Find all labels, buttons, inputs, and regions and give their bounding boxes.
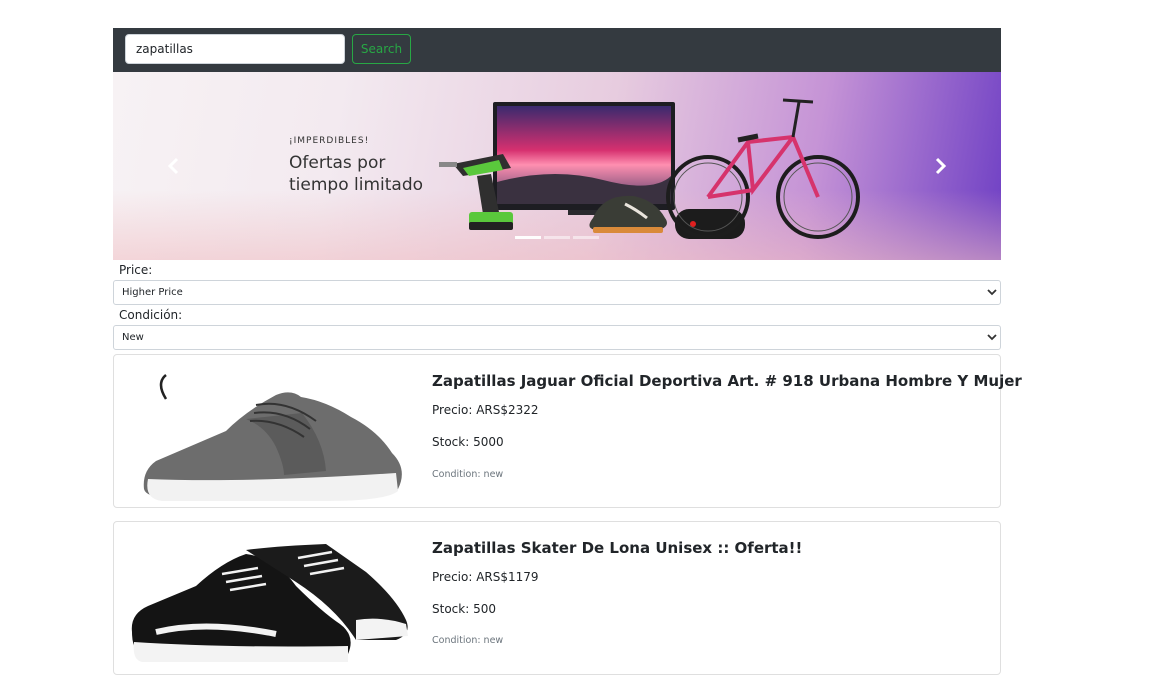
product-stock: Stock: 5000 — [432, 435, 504, 449]
product-price: Precio: ARS$1179 — [432, 570, 539, 584]
page-container: Search ¡IMPERDIBLES! Ofertas por tiempo … — [113, 28, 1001, 350]
condition-filter-wrap: New — [113, 325, 1001, 350]
navbar: Search — [113, 28, 1001, 72]
chevron-left-icon — [167, 157, 179, 175]
carousel-indicators — [515, 236, 599, 239]
product-image — [131, 544, 408, 662]
search-input[interactable] — [125, 34, 345, 64]
condition-filter-label: Condición: — [119, 308, 183, 322]
product-condition: Condition: new — [432, 635, 504, 646]
banner-title-line-2: tiempo limitado — [289, 175, 424, 195]
product-title[interactable]: Zapatillas Jaguar Oficial Deportiva Art.… — [432, 372, 1022, 390]
carousel-indicator[interactable] — [515, 236, 541, 239]
search-button[interactable]: Search — [352, 34, 411, 64]
condition-filter-select[interactable]: New — [113, 325, 1001, 350]
product-stock: Stock: 500 — [432, 602, 496, 616]
banner-products-image — [439, 98, 860, 239]
carousel-indicator[interactable] — [544, 236, 570, 239]
product-card[interactable]: Zapatillas Jaguar Oficial Deportiva Art.… — [113, 354, 1022, 508]
product-condition: Condition: new — [432, 469, 504, 480]
carousel-next-button[interactable] — [881, 72, 1001, 260]
banner-title: Ofertas por tiempo limitado — [289, 152, 423, 196]
product-image — [143, 374, 402, 501]
product-price: Precio: ARS$2322 — [432, 403, 539, 417]
banner-kicker: ¡IMPERDIBLES! — [289, 136, 370, 146]
price-filter-select[interactable]: Higher Price — [113, 280, 1001, 305]
price-filter-wrap: Higher Price — [113, 280, 1001, 305]
carousel-prev-button[interactable] — [113, 72, 233, 260]
banner-title-line-1: Ofertas por — [289, 153, 386, 173]
chevron-right-icon — [935, 157, 947, 175]
price-filter-label: Price: — [119, 263, 153, 277]
promo-carousel: ¡IMPERDIBLES! Ofertas por tiempo limitad… — [113, 72, 1001, 260]
product-card[interactable]: Zapatillas Skater De Lona Unisex :: Ofer… — [113, 521, 1001, 675]
product-title[interactable]: Zapatillas Skater De Lona Unisex :: Ofer… — [432, 539, 802, 557]
carousel-indicator[interactable] — [573, 236, 599, 239]
